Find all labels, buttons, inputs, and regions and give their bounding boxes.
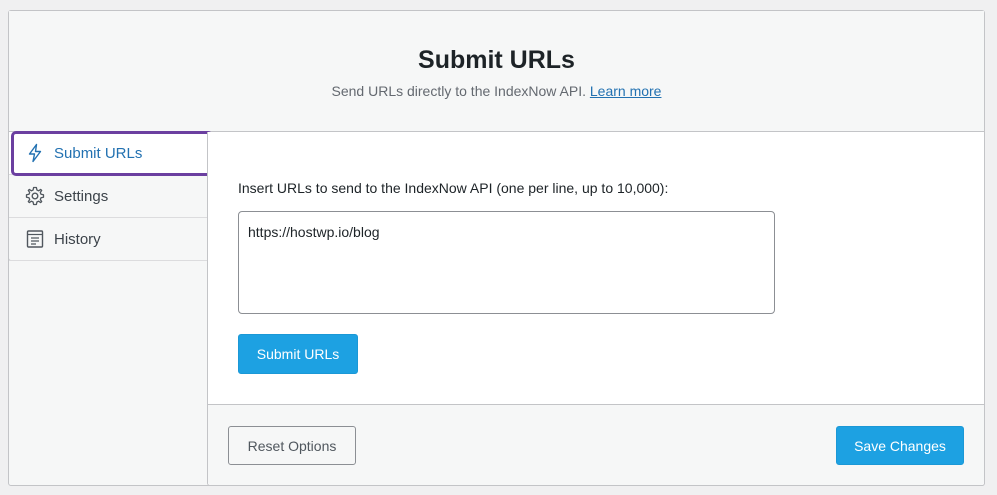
page-header: Submit URLs Send URLs directly to the In…: [9, 11, 984, 132]
lightning-bolt-icon: [25, 143, 45, 163]
submit-urls-button[interactable]: Submit URLs: [238, 334, 358, 374]
subtitle-text: Send URLs directly to the IndexNow API.: [331, 83, 586, 99]
sidebar-item-settings[interactable]: Settings: [9, 175, 208, 218]
sidebar-nav: Submit URLs Settings History: [8, 131, 213, 261]
save-changes-button[interactable]: Save Changes: [836, 426, 964, 465]
sidebar-item-history[interactable]: History: [9, 218, 208, 261]
learn-more-link[interactable]: Learn more: [590, 83, 662, 99]
footer-bar: Reset Options Save Changes: [208, 404, 984, 485]
sidebar-item-label: Submit URLs: [54, 144, 143, 162]
gear-icon: [25, 186, 45, 206]
sidebar-item-submit-urls[interactable]: Submit URLs: [9, 132, 208, 175]
urls-textarea[interactable]: [238, 211, 775, 314]
urls-input-label: Insert URLs to send to the IndexNow API …: [238, 180, 669, 196]
reset-options-button[interactable]: Reset Options: [228, 426, 356, 465]
main-content: Insert URLs to send to the IndexNow API …: [207, 132, 985, 486]
sidebar-item-label: History: [54, 230, 101, 248]
sidebar-item-label: Settings: [54, 187, 109, 205]
page-title: Submit URLs: [418, 46, 575, 74]
document-list-icon: [25, 229, 45, 249]
page-subtitle: Send URLs directly to the IndexNow API. …: [9, 83, 984, 99]
